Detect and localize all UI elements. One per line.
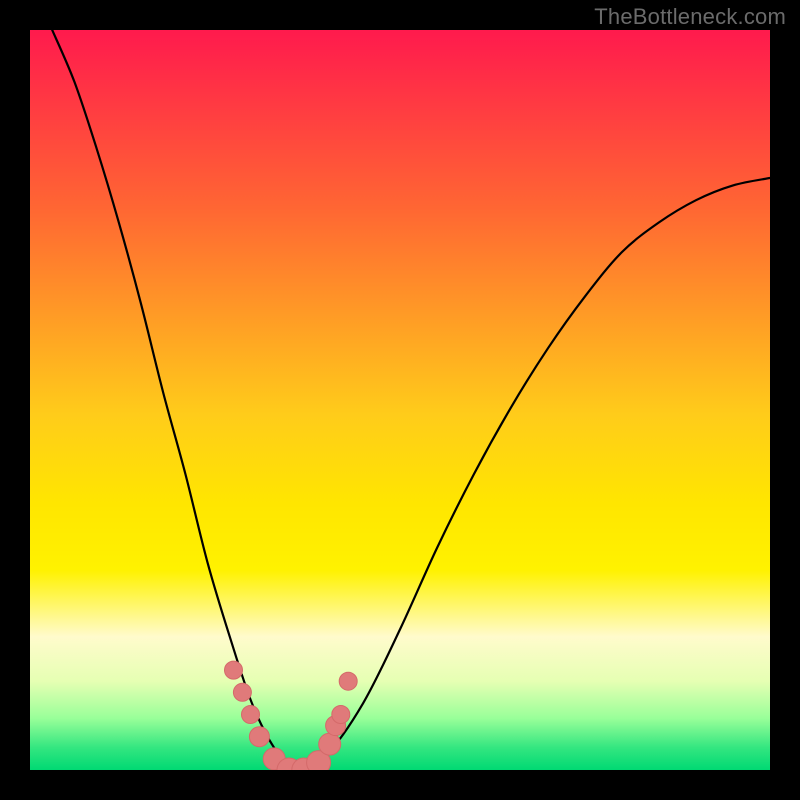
curve-markers (225, 661, 358, 770)
watermark-text: TheBottleneck.com (594, 4, 786, 30)
curve-marker (225, 661, 243, 679)
curve-marker (319, 733, 341, 755)
curve-marker (242, 706, 260, 724)
plot-area (30, 30, 770, 770)
bottleneck-curve (52, 30, 770, 770)
curve-svg (30, 30, 770, 770)
curve-marker (332, 706, 350, 724)
curve-marker (233, 683, 251, 701)
curve-marker (339, 672, 357, 690)
chart-container: TheBottleneck.com (0, 0, 800, 800)
curve-marker (249, 727, 269, 747)
